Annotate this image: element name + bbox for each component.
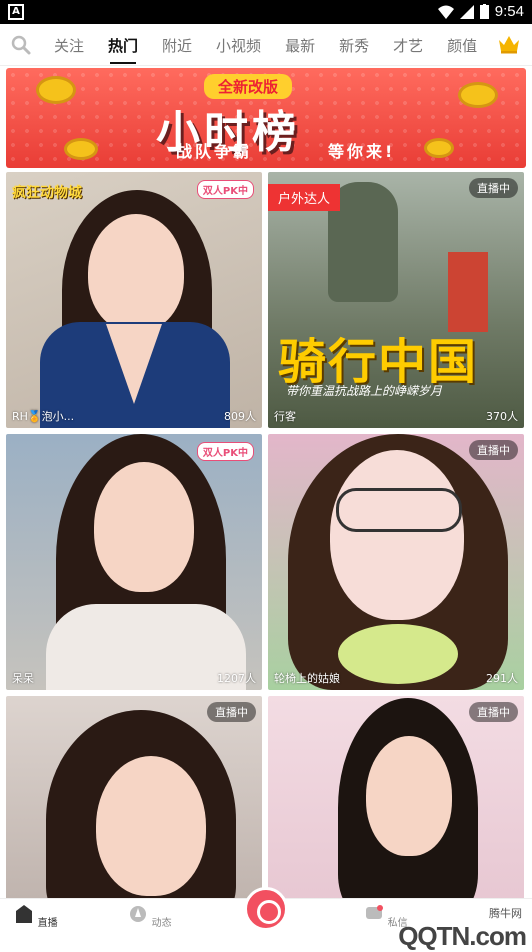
battery-icon [479, 4, 489, 19]
wifi-icon [437, 5, 454, 19]
viewer-count: 291人 [486, 672, 518, 685]
watermark-top: 腾牛网 [489, 907, 522, 920]
live-status-badge: 直播中 [469, 440, 518, 460]
compass-icon [130, 906, 147, 922]
hourly-rank-banner[interactable]: 全新改版 小时榜 战队争霸 等你来! [6, 68, 526, 168]
tab-hot[interactable]: 热门 [108, 24, 138, 66]
live-status-badge: 直播中 [469, 702, 518, 722]
live-card[interactable]: 双人PK中 呆呆 1207人 [6, 434, 262, 690]
live-card[interactable]: 户外达人 骑行中国 带你重温抗战路上的峥嵘岁月 直播中 行客 370人 [268, 172, 524, 428]
nav-item-live[interactable]: 直播 [6, 905, 66, 929]
watermark-logo: QQTN.com [398, 921, 527, 951]
tab-follow[interactable]: 关注 [54, 24, 84, 66]
tab-nearby[interactable]: 附近 [162, 24, 192, 66]
banner-line-right: 等你来! [328, 142, 396, 161]
pk-badge: 双人PK中 [196, 180, 254, 199]
nav-item-feed[interactable]: 动态 [120, 905, 180, 929]
crown-icon[interactable] [498, 34, 520, 54]
live-status-badge: 直播中 [207, 702, 256, 722]
message-icon [366, 905, 384, 919]
banner-line-left: 战队争霸 [176, 142, 253, 161]
viewer-count: 1207人 [217, 672, 256, 685]
anchor-name: 行客 [274, 410, 296, 423]
viewer-count: 370人 [486, 410, 518, 423]
viewer-count: 809人 [224, 410, 256, 423]
nav-label-live: 直播 [37, 918, 58, 929]
coin-icon [424, 138, 454, 158]
live-card[interactable]: 疯狂动物城 双人PK中 RH🏅泡小... 809人 [6, 172, 262, 428]
tab-latest[interactable]: 最新 [285, 24, 315, 66]
search-icon[interactable] [10, 34, 32, 56]
coin-icon [458, 82, 498, 108]
tab-talent[interactable]: 才艺 [393, 24, 423, 66]
live-status-badge: 直播中 [469, 178, 518, 198]
signal-icon [459, 4, 474, 19]
coin-icon [36, 76, 76, 104]
tab-newcomer[interactable]: 新秀 [339, 24, 369, 66]
live-home-icon [16, 905, 33, 923]
bottom-nav: 直播 动态 私信 腾牛网 QQTN.com [0, 887, 532, 951]
pk-badge: 双人PK中 [196, 442, 254, 461]
live-card[interactable]: 直播中 [268, 696, 524, 906]
coin-icon [64, 138, 98, 160]
status-bar: A 9:54 [0, 0, 532, 24]
card-overlay-subtitle: 带你重温抗战路上的峥嵘岁月 [286, 384, 443, 398]
go-live-button[interactable] [244, 887, 288, 931]
anchor-name: 呆呆 [12, 672, 34, 685]
status-time: 9:54 [494, 3, 524, 20]
nav-label-feed: 动态 [151, 918, 172, 929]
app-notification-icon: A [8, 4, 24, 20]
tab-short-video[interactable]: 小视频 [216, 24, 261, 66]
card-overlay-title: 疯狂动物城 [12, 185, 82, 201]
tab-looks[interactable]: 颜值 [447, 24, 477, 66]
category-label: 户外达人 [268, 184, 341, 211]
anchor-name: RH🏅泡小... [12, 410, 75, 423]
anchor-name: 轮椅上的姑娘 [274, 672, 340, 685]
top-tab-bar: 关注 热门 附近 小视频 最新 新秀 才艺 颜值 [0, 24, 532, 66]
live-card[interactable]: 直播中 轮椅上的姑娘 291人 [268, 434, 524, 690]
live-card[interactable]: 直播中 [6, 696, 262, 906]
